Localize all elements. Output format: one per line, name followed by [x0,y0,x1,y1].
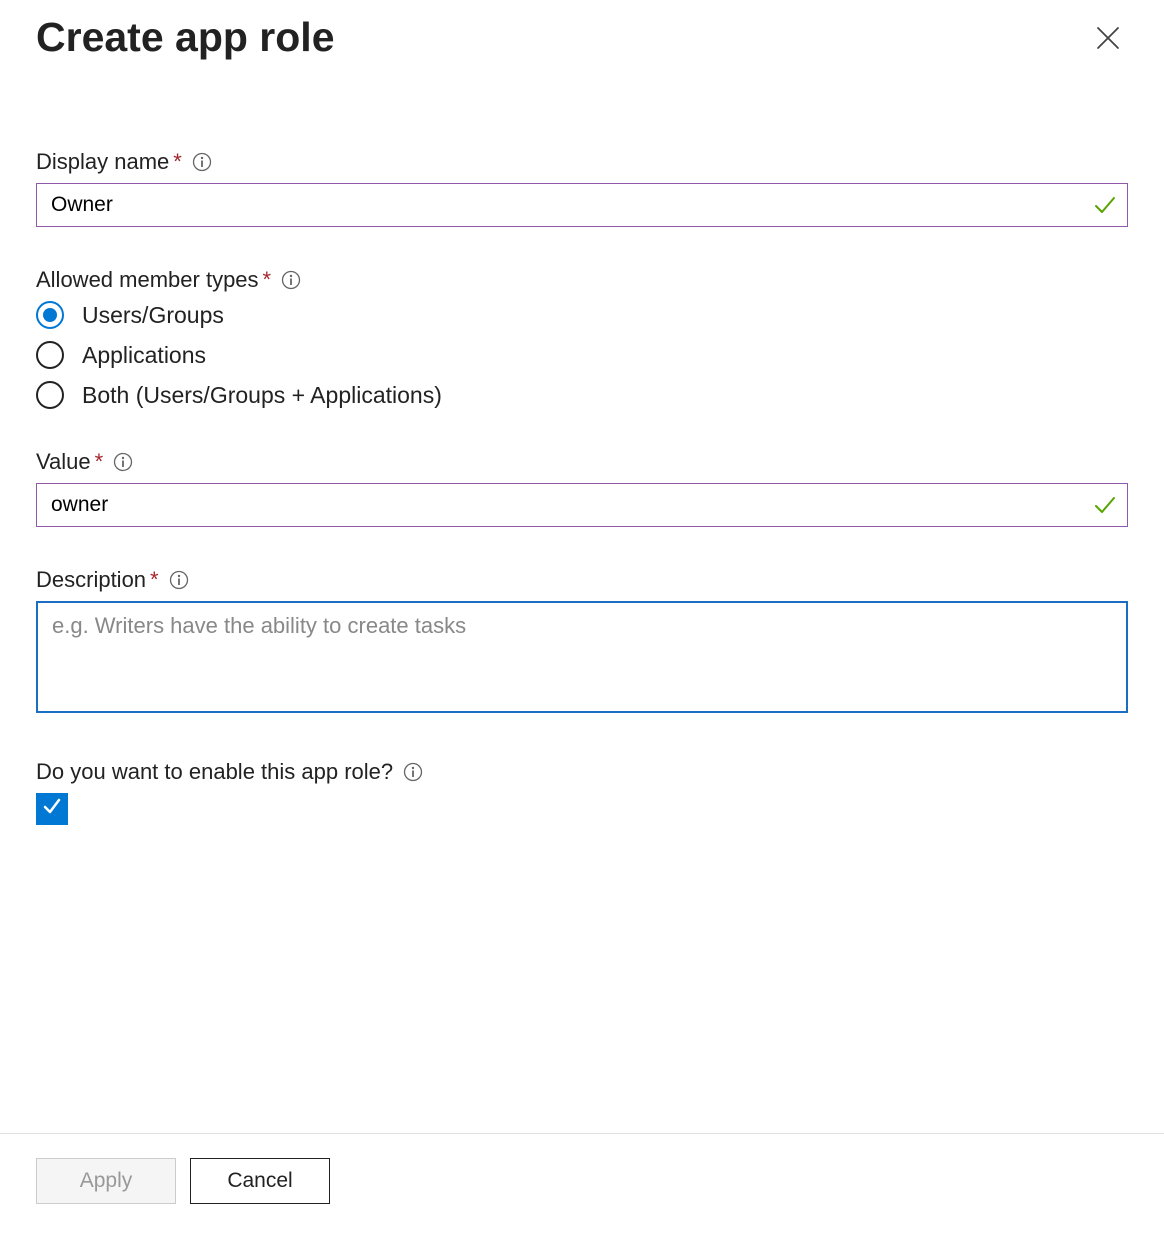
radio-both-label: Both (Users/Groups + Applications) [82,382,442,409]
radio-dot-icon [43,308,57,322]
required-asterisk: * [173,149,182,174]
checkmark-icon [41,795,63,823]
cancel-button[interactable]: Cancel [190,1158,330,1204]
info-icon[interactable] [113,452,133,472]
info-icon[interactable] [281,270,301,290]
enable-label: Do you want to enable this app role? [36,759,393,785]
required-asterisk: * [150,567,159,592]
info-icon[interactable] [192,152,212,172]
value-input[interactable] [36,483,1128,527]
radio-users-groups[interactable] [36,301,64,329]
description-label: Description* [36,567,159,593]
panel-title: Create app role [36,14,335,61]
radio-users-groups-label: Users/Groups [82,302,224,329]
radio-applications[interactable] [36,341,64,369]
info-icon[interactable] [403,762,423,782]
radio-both[interactable] [36,381,64,409]
close-button[interactable] [1088,18,1128,58]
info-icon[interactable] [169,570,189,590]
close-icon [1094,40,1122,55]
display-name-input[interactable] [36,183,1128,227]
allowed-types-radio-group: Users/Groups Applications Both (Users/Gr… [36,301,1128,409]
enable-checkbox[interactable] [36,793,68,825]
radio-applications-label: Applications [82,342,206,369]
required-asterisk: * [95,449,104,474]
value-label: Value* [36,449,103,475]
checkmark-icon [1092,492,1118,518]
apply-button[interactable]: Apply [36,1158,176,1204]
required-asterisk: * [263,267,272,292]
allowed-types-label: Allowed member types* [36,267,271,293]
description-input[interactable] [36,601,1128,713]
checkmark-icon [1092,192,1118,218]
display-name-label: Display name* [36,149,182,175]
